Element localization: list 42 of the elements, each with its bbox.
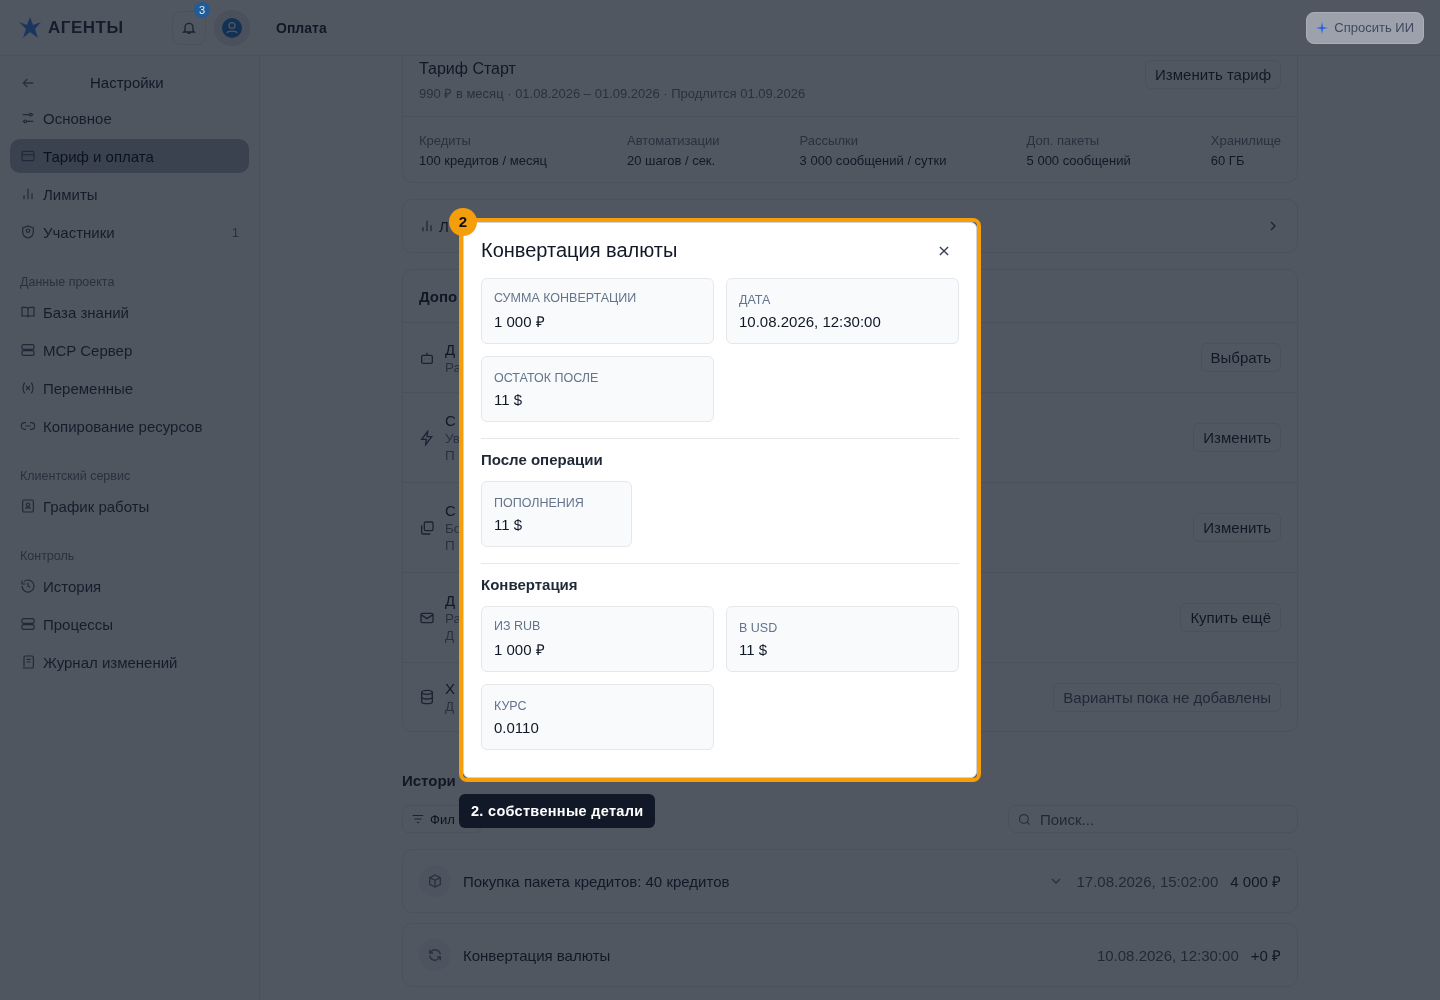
stat-value: 100 кредитов / месяц bbox=[419, 153, 547, 168]
addon-title: Д bbox=[445, 340, 457, 358]
detail-value: 11 $ bbox=[494, 390, 524, 408]
stat-value: 3 000 сообщений / сутки bbox=[799, 153, 947, 168]
detail-value: 11 $ bbox=[494, 515, 524, 533]
close-icon[interactable] bbox=[937, 243, 951, 258]
addon-title: С bbox=[445, 412, 457, 429]
section-heading: Допо bbox=[419, 287, 458, 305]
logo-text: АГЕНТЫ bbox=[48, 17, 124, 38]
detail-value: 1 000 ₽ bbox=[494, 312, 546, 331]
detail-label: ОСТАТОК ПОСЛЕ bbox=[494, 370, 600, 385]
detail-label: КУРС bbox=[494, 698, 528, 713]
sidebar-title: Настройки bbox=[90, 74, 164, 91]
stat-value: 60 ГБ bbox=[1210, 153, 1246, 168]
section-heading: Истори bbox=[402, 772, 457, 789]
detail-value: 1 000 ₽ bbox=[494, 640, 546, 659]
addon-title: Х bbox=[445, 680, 455, 697]
modal-title: Конвертация валюты bbox=[481, 239, 678, 262]
history-title: Конвертация валюты bbox=[463, 946, 611, 964]
stat-value: 5 000 сообщений bbox=[1026, 153, 1131, 168]
history-amount: 4 000 ₽ bbox=[1230, 872, 1281, 891]
addon-title: Д bbox=[445, 592, 457, 609]
detail-label: ДАТА bbox=[739, 292, 772, 307]
limits-label: Л bbox=[439, 217, 449, 235]
detail-label: В USD bbox=[739, 620, 779, 635]
section-heading: После операции bbox=[481, 451, 604, 468]
detail-value: 0.0110 bbox=[494, 718, 540, 736]
plan-title: Тариф Старт bbox=[419, 60, 517, 78]
ask-ai-button[interactable]: Спросить ИИ bbox=[1306, 11, 1424, 44]
detail-label: ИЗ RUB bbox=[494, 619, 542, 633]
history-title: Покупка пакета кредитов: 40 кредитов bbox=[463, 872, 730, 890]
detail-value: 10.08.2026, 12:30:00 bbox=[739, 312, 882, 330]
sparkle-icon bbox=[1316, 21, 1329, 34]
history-amount: +0 ₽ bbox=[1250, 946, 1281, 965]
detail-label: ПОПОЛНЕНИЯ bbox=[494, 495, 585, 510]
detail-label: СУММА КОНВЕРТАЦИИ bbox=[494, 291, 638, 305]
addon-title: С bbox=[445, 502, 457, 519]
section-heading: Конвертация bbox=[481, 576, 579, 593]
detail-value: 11 $ bbox=[739, 640, 769, 658]
stat-value: 20 шагов / сек. bbox=[627, 153, 717, 168]
breadcrumb: Оплата bbox=[276, 19, 327, 36]
step-tooltip: 2. собственные детали bbox=[459, 794, 656, 828]
